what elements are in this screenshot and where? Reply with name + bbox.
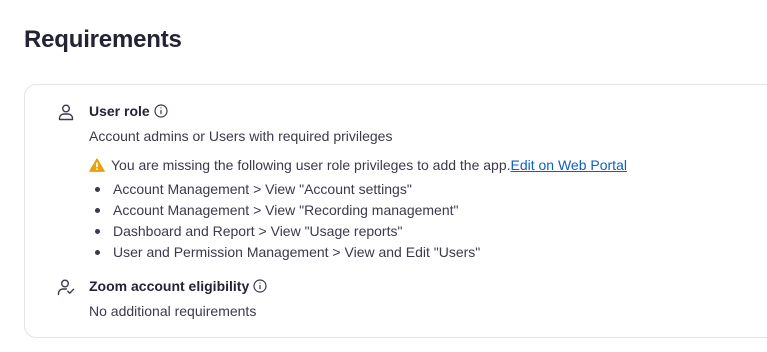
info-icon[interactable] [253, 279, 267, 293]
warning-text: You are missing the following user role … [111, 157, 511, 173]
privilege-item: Account Management > View "Recording man… [93, 200, 480, 221]
warning-icon [89, 158, 105, 172]
account-eligibility-description: No additional requirements [89, 303, 257, 319]
privilege-text: Dashboard and Report > View "Usage repor… [113, 223, 403, 239]
user-role-description: Account admins or Users with required pr… [89, 128, 393, 144]
requirements-card: User role Account admins or Users with r… [24, 84, 767, 338]
privilege-item: User and Permission Management > View an… [93, 242, 480, 263]
bullet [95, 250, 100, 255]
account-eligibility-section: Zoom account eligibility No additional r… [57, 278, 757, 328]
privilege-item: Dashboard and Report > View "Usage repor… [93, 221, 480, 242]
bullet [95, 208, 100, 213]
privilege-text: Account Management > View "Recording man… [113, 202, 459, 218]
user-role-title: User role [89, 103, 150, 119]
account-eligibility-header: Zoom account eligibility [89, 278, 267, 294]
user-role-header: User role [89, 103, 168, 119]
account-eligibility-title: Zoom account eligibility [89, 278, 250, 294]
bullet [95, 187, 100, 192]
user-check-icon [57, 279, 75, 296]
missing-privileges-warning: You are missing the following user role … [89, 157, 627, 173]
user-icon [58, 104, 74, 121]
edit-on-web-portal-link[interactable]: Edit on Web Portal [511, 157, 627, 173]
privilege-list: Account Management > View "Account setti… [93, 179, 480, 263]
page-title: Requirements [24, 26, 182, 53]
user-role-section: User role Account admins or Users with r… [57, 103, 757, 263]
privilege-text: Account Management > View "Account setti… [113, 181, 412, 197]
info-icon[interactable] [154, 104, 168, 118]
bullet [95, 229, 100, 234]
privilege-item: Account Management > View "Account setti… [93, 179, 480, 200]
privilege-text: User and Permission Management > View an… [113, 244, 481, 260]
